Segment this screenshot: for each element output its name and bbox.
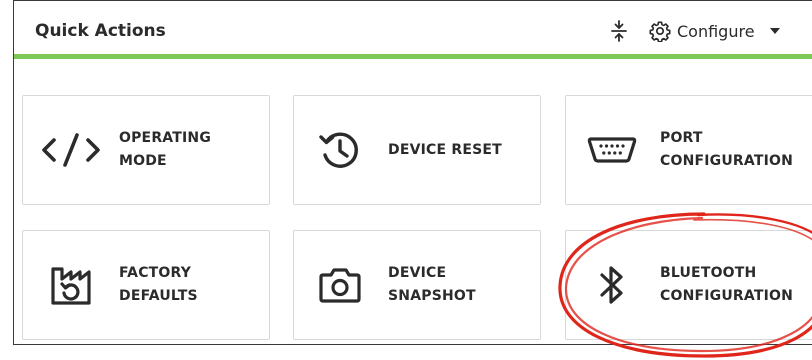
device-snapshot-label: DEVICE SNAPSHOT [388,265,476,304]
caret-down-icon [769,28,780,34]
bluetooth-configuration-tile[interactable]: BLUETOOTH CONFIGURATION [565,230,812,340]
bluetooth-configuration-label: BLUETOOTH CONFIGURATION [660,265,794,304]
device-reset-tile[interactable]: DEVICE RESET [293,95,541,205]
device-reset-label: DEVICE RESET [388,141,502,158]
factory-restore-icon [51,267,91,305]
header-accent-bar [14,54,812,59]
operating-mode-tile[interactable]: OPERATING MODE [22,95,270,205]
panel-title: Quick Actions [35,21,166,41]
port-configuration-tile[interactable]: PORT CONFIGURATION [565,95,812,205]
factory-defaults-label: FACTORY DEFAULTS [119,265,198,304]
gear-icon [649,21,671,42]
expand-collapse-icon[interactable] [610,19,628,43]
bluetooth-icon [600,266,623,304]
factory-defaults-tile[interactable]: FACTORY DEFAULTS [22,230,270,340]
configure-label: Configure [677,21,755,41]
code-icon [42,133,100,167]
panel-header: Quick Actions Configure [14,1,812,55]
serial-port-icon [587,137,637,163]
camera-icon [319,268,361,303]
operating-mode-label: OPERATING MODE [119,130,212,169]
history-icon [319,132,358,168]
port-configuration-label: PORT CONFIGURATION [660,130,794,169]
device-snapshot-tile[interactable]: DEVICE SNAPSHOT [293,230,541,340]
configure-dropdown[interactable]: Configure [649,15,781,47]
